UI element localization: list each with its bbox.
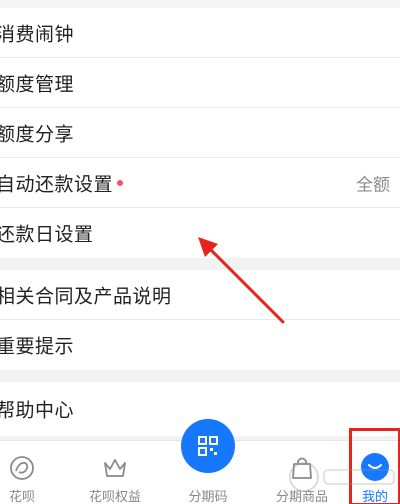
- bottom-tab-bar: 花呗 花呗权益 分期码 分期商品 我的: [0, 419, 400, 504]
- menu-item-important-notice[interactable]: 重要提示: [0, 320, 400, 370]
- menu-item-label: 额度管理: [0, 73, 75, 96]
- tab-installment-products[interactable]: 分期商品: [262, 441, 342, 504]
- menu-item-label: 帮助中心: [0, 399, 75, 422]
- menu-item-limit-management[interactable]: 额度管理: [0, 58, 400, 108]
- mine-icon: [361, 453, 389, 481]
- tab-label: 花呗权益: [88, 490, 141, 504]
- tab-huabei-benefits[interactable]: 花呗权益: [75, 441, 155, 504]
- huabei-icon: [10, 456, 34, 480]
- top-strip: [0, 0, 400, 8]
- menu-item-spending-alarm[interactable]: 消费闹钟: [0, 8, 400, 58]
- shopping-bag-icon: [292, 457, 312, 479]
- qr-code-icon: [198, 436, 218, 456]
- tab-label: 花呗: [8, 490, 35, 504]
- menu-item-contracts-and-product-info[interactable]: 相关合同及产品说明: [0, 270, 400, 320]
- menu-item-label: 自动还款设置: [0, 173, 114, 196]
- menu-item-label: 重要提示: [0, 335, 75, 358]
- notification-dot: [117, 180, 123, 186]
- tab-label: 分期码: [188, 490, 228, 504]
- tab-mine[interactable]: 我的: [350, 441, 400, 504]
- menu-item-label: 相关合同及产品说明: [0, 285, 172, 308]
- crown-icon: [104, 459, 126, 477]
- menu-item-auto-repay-settings[interactable]: 自动还款设置 全额: [0, 158, 400, 208]
- installment-code-button[interactable]: [181, 419, 235, 473]
- tab-huabei[interactable]: 花呗: [0, 441, 62, 504]
- tab-label: 分期商品: [275, 490, 328, 504]
- tab-installment-code[interactable]: 分期码: [168, 419, 248, 504]
- menu-item-limit-sharing[interactable]: 额度分享: [0, 108, 400, 158]
- menu-item-repayment-date-settings[interactable]: 还款日设置: [0, 208, 400, 258]
- app-screen: 消费闹钟 额度管理 额度分享 自动还款设置 全额 还款日设置 相关合同及产品说明…: [0, 0, 400, 504]
- menu-item-label: 额度分享: [0, 123, 75, 146]
- menu-item-label: 消费闹钟: [0, 23, 75, 46]
- menu-item-label: 还款日设置: [0, 223, 94, 246]
- tab-label: 我的: [361, 490, 388, 504]
- auto-repay-value: 全额: [356, 175, 390, 196]
